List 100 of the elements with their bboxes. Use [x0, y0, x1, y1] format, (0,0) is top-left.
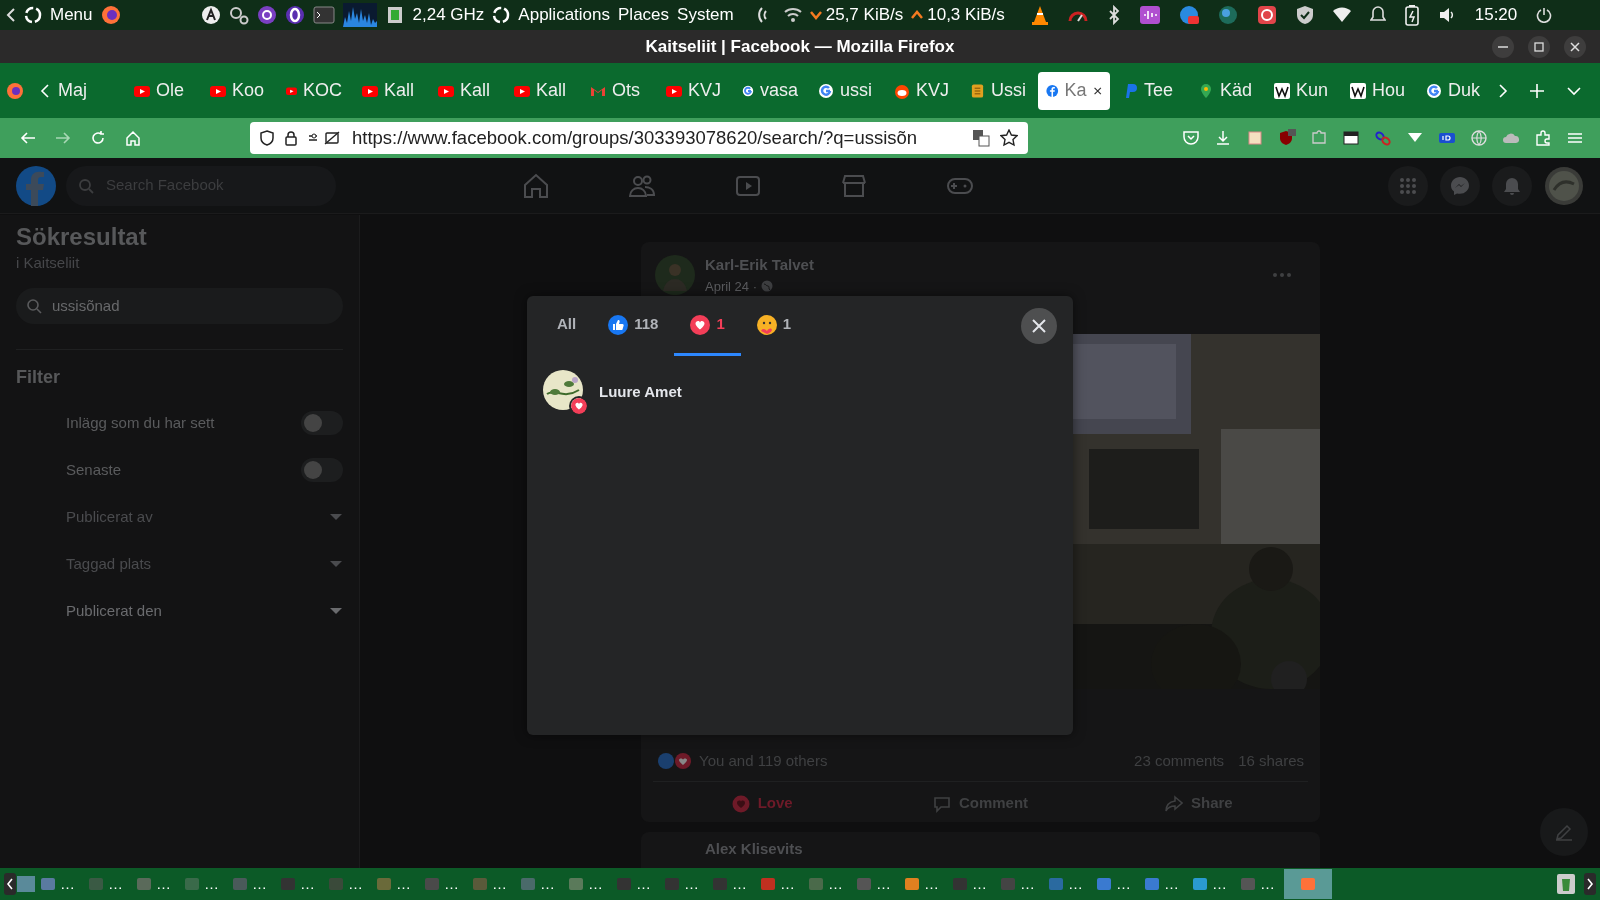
browser-tab[interactable]: Kun: [1266, 71, 1338, 110]
record-icon[interactable]: [1256, 5, 1277, 25]
browser-tab[interactable]: Ussi: [962, 71, 1034, 110]
taskbar-window-button[interactable]: …: [132, 869, 180, 899]
lock-icon[interactable]: [284, 130, 298, 146]
taskbar-window-button[interactable]: …: [228, 869, 276, 899]
browser-menu-icon[interactable]: [6, 81, 24, 100]
badge-circle-icon[interactable]: [1178, 5, 1199, 25]
scroll-right-icon[interactable]: [1498, 82, 1508, 99]
taskbar-window-button[interactable]: …: [1140, 869, 1188, 899]
close-button[interactable]: [1021, 308, 1057, 344]
browser-tab[interactable]: KVJ: [886, 71, 958, 110]
menu-label[interactable]: Menu: [50, 2, 93, 28]
chevron-left-icon[interactable]: [4, 873, 16, 895]
browser-tab[interactable]: KOC: [278, 71, 350, 110]
restore-button[interactable]: [1528, 36, 1550, 58]
taskbar-window-button[interactable]: …: [180, 869, 228, 899]
panel-menu[interactable]: Places: [618, 2, 670, 28]
minimize-button[interactable]: [1492, 36, 1514, 58]
traffic-cone-icon[interactable]: [1030, 5, 1049, 25]
browser-tab[interactable]: Hou: [1342, 71, 1414, 110]
browser-tab[interactable]: Maj: [50, 71, 122, 110]
taskbar-window-button[interactable]: …: [900, 869, 948, 899]
taskbar-window-button[interactable]: …: [1236, 869, 1284, 899]
calendar-icon[interactable]: [1342, 129, 1360, 147]
translate-icon[interactable]: [972, 129, 990, 147]
battery-icon[interactable]: [1404, 4, 1419, 26]
taskbar-window-button[interactable]: …: [276, 869, 324, 899]
podcast-icon[interactable]: [256, 5, 277, 25]
close-button[interactable]: [1564, 36, 1586, 58]
pocket-icon[interactable]: [1182, 129, 1200, 147]
taskbar-window-button[interactable]: …: [852, 869, 900, 899]
taskbar-window-button[interactable]: …: [36, 869, 84, 899]
permissions-icon[interactable]: [308, 130, 342, 146]
avatar-icon[interactable]: [543, 370, 583, 410]
shield-icon[interactable]: [1295, 5, 1314, 25]
clock[interactable]: 15:20: [1474, 2, 1518, 28]
chevron-right-icon[interactable]: [1584, 873, 1596, 895]
app-menu-icon[interactable]: [492, 6, 511, 24]
address-bar[interactable]: https://www.facebook.com/groups/303393078620/search/?q=ussisõn: [250, 122, 1028, 154]
taskbar-window-button[interactable]: …: [324, 869, 372, 899]
reload-icon[interactable]: [89, 130, 106, 146]
browser-tab[interactable]: Duk: [1418, 71, 1490, 110]
taskbar-window-button[interactable]: …: [948, 869, 996, 899]
browser-tab[interactable]: Tee: [1114, 71, 1186, 110]
back-icon[interactable]: [19, 130, 36, 146]
globe-icon[interactable]: [1217, 5, 1238, 25]
filter-dropdown[interactable]: Publicerat den: [16, 587, 343, 635]
taskbar-window-button[interactable]: …: [468, 869, 516, 899]
gears-icon[interactable]: [228, 5, 249, 25]
chain-link-icon[interactable]: [1374, 129, 1392, 147]
shield-badge-icon[interactable]: [1278, 129, 1296, 147]
taskbar-window-button[interactable]: …: [1044, 869, 1092, 899]
taskbar-window-button[interactable]: …: [420, 869, 468, 899]
trash-icon[interactable]: [1556, 873, 1576, 895]
person-name[interactable]: Luure Amet: [599, 380, 682, 404]
taskbar-window-button[interactable]: …: [708, 869, 756, 899]
menu-logo-icon[interactable]: [24, 6, 42, 24]
square-icon[interactable]: [1246, 129, 1264, 147]
taskbar-window-button[interactable]: …: [564, 869, 612, 899]
shield-icon[interactable]: [260, 130, 274, 146]
wifi-signal-icon[interactable]: [1332, 7, 1351, 23]
star-icon[interactable]: [1000, 129, 1018, 147]
reaction-tab[interactable]: 1: [740, 296, 808, 356]
power-icon[interactable]: [1536, 7, 1553, 23]
taskbar-window-button[interactable]: …: [996, 869, 1044, 899]
browser-tab[interactable]: Kall: [430, 71, 502, 110]
toggle-switch[interactable]: [301, 457, 343, 482]
browser-tab[interactable]: Kall: [354, 71, 426, 110]
download-icon[interactable]: [1214, 129, 1232, 147]
panel-menu[interactable]: System: [677, 2, 734, 28]
terminal-icon[interactable]: [312, 6, 335, 24]
speaker-icon[interactable]: [1437, 6, 1456, 24]
home-icon[interactable]: [124, 130, 141, 146]
ring-icon[interactable]: [284, 5, 305, 25]
browser-icon[interactable]: [100, 5, 121, 25]
browser-tab[interactable]: Ots: [582, 71, 654, 110]
extensions-icon[interactable]: [1534, 129, 1552, 147]
taskbar-window-button[interactable]: …: [1092, 869, 1140, 899]
taskbar-window-button[interactable]: …: [804, 869, 852, 899]
reaction-tab[interactable]: 118: [592, 296, 675, 356]
letter-a-icon[interactable]: [200, 5, 221, 25]
taskbar-window-button[interactable]: …: [756, 869, 804, 899]
new-tab-icon[interactable]: [1530, 83, 1544, 98]
bluetooth-icon[interactable]: [1106, 5, 1121, 25]
toggle-switch[interactable]: [301, 410, 343, 435]
browser-tab[interactable]: Käd: [1190, 71, 1262, 110]
taskbar-window-button[interactable]: …: [1188, 869, 1236, 899]
taskbar-window-button[interactable]: …: [84, 869, 132, 899]
scroll-left-icon[interactable]: [40, 82, 50, 99]
panel-menu[interactable]: Applications: [518, 2, 610, 28]
taskbar-window-button[interactable]: …: [612, 869, 660, 899]
taskbar-window-button[interactable]: …: [660, 869, 708, 899]
browser-tab[interactable]: KVJ: [658, 71, 730, 110]
browser-tab[interactable]: Koo: [202, 71, 274, 110]
audio-wave-icon[interactable]: [1139, 6, 1160, 24]
taskbar-window-button[interactable]: …: [516, 869, 564, 899]
browser-tab[interactable]: Ole: [126, 71, 198, 110]
chevron-left-icon[interactable]: [6, 7, 16, 23]
reaction-tab[interactable]: All: [541, 296, 593, 356]
